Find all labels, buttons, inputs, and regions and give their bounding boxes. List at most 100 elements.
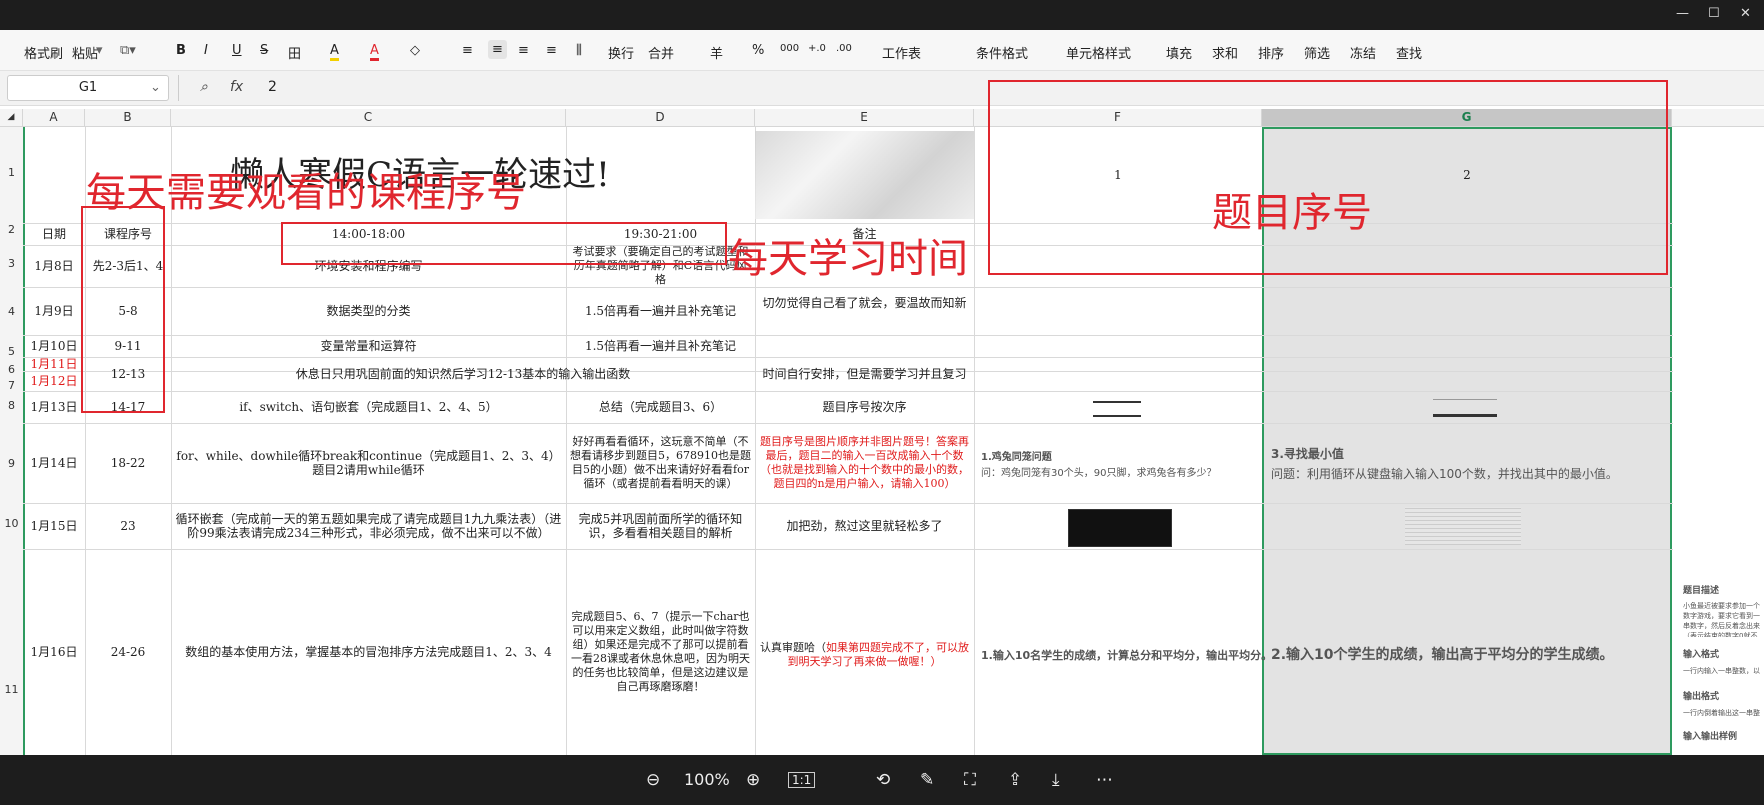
zoom-icon[interactable]: ⌕ [200,79,208,95]
formula-input[interactable]: 2 [268,79,277,95]
column-header[interactable]: B [85,109,171,126]
actual-size-button[interactable]: 1:1 [788,772,816,788]
maximize-icon[interactable]: ☐ [1708,6,1720,21]
header-date[interactable]: 日期 [23,223,85,245]
format-painter-button[interactable]: 格式刷 [24,43,63,62]
close-icon[interactable]: ✕ [1740,6,1751,21]
cell-course[interactable]: 24-26 [85,549,171,755]
cell-afternoon[interactable]: 数组的基本使用方法，掌握基本的冒泡排序方法完成题目1、2、3、4 [171,549,566,755]
worksheet-button[interactable]: 工作表 [882,43,921,62]
minimize-icon[interactable]: — [1676,6,1689,21]
italic-button[interactable]: I [204,43,208,58]
row-header[interactable]: 6 [0,363,23,376]
wrap-text-button[interactable]: 换行 [608,43,634,62]
distribute-icon[interactable]: ⫼ [576,43,582,58]
cell-afternoon[interactable]: 变量常量和运算符 [171,335,566,357]
cell-notes[interactable]: 认真审题哈（如果第四题完成不了，可以放到明天学习了再来做一做喔！） [755,549,974,755]
ocr-icon[interactable]: ⛶ [964,770,976,790]
zoom-out-icon[interactable]: ⊖ [646,770,660,790]
row-header[interactable]: 9 [0,457,23,470]
cell-notes[interactable]: 题目序号按次序 [755,391,974,423]
freeze-button[interactable]: 冻结 [1350,43,1376,62]
row-header[interactable]: 11 [0,683,23,696]
justify-icon[interactable]: ≡ [546,43,557,58]
cell-course[interactable]: 23 [85,503,171,549]
row-header[interactable]: 4 [0,305,23,318]
cell-date[interactable]: 1月8日 [23,245,85,287]
row-header[interactable]: 2 [0,223,23,236]
align-center-icon[interactable]: ≡ [488,40,507,59]
row-header[interactable]: 7 [0,379,23,392]
cell-date[interactable]: 1月16日 [23,549,85,755]
strikethrough-button[interactable]: S [260,43,268,58]
cell-date[interactable]: 1月13日 [23,391,85,423]
cell-notes[interactable]: 题目序号是图片顺序并非图片题号！答案再最后，题目二的输入一百改成输入十个数（也就… [755,423,974,503]
row-header[interactable]: 10 [0,517,23,530]
cell-date[interactable]: 1月12日 [23,371,85,391]
sort-button[interactable]: 排序 [1258,43,1284,62]
fill-color-button[interactable]: A [330,43,339,61]
fx-icon[interactable]: fx [230,79,243,95]
find-button[interactable]: 查找 [1396,43,1422,62]
cell-notes[interactable]: 切勿觉得自己看了就会，要温故而知新 [755,287,974,319]
border-button[interactable]: 田 [288,43,301,62]
cell-evening[interactable]: 完成5并巩固前面所学的循环知识，多看看相关题目的解析 [566,503,755,549]
column-header[interactable]: A [23,109,85,126]
conditional-format-button[interactable]: 条件格式 [976,43,1028,62]
zoom-in-icon[interactable]: ⊕ [746,770,760,790]
cell-notes[interactable]: 加把劲，熬过这里就轻松多了 [755,503,974,549]
align-right-icon[interactable]: ≡ [518,43,529,58]
column-header[interactable]: E [755,109,974,126]
cell-afternoon[interactable]: for、while、dowhile循环break和continue（完成题目1、… [171,423,566,503]
merge-button[interactable]: 合并 [648,43,674,62]
column-header[interactable]: D [566,109,755,126]
decimal-decrease-icon[interactable]: .00 [836,43,852,54]
percent-button[interactable]: % [752,43,764,58]
share-icon[interactable]: ⇪ [1008,770,1022,790]
cell-date[interactable]: 1月11日 [23,357,85,371]
cell-evening[interactable]: 好好再看看循环，这玩意不简单（不想看请移步到题目5，678910也是题目5的小题… [566,423,755,503]
row-header[interactable]: 8 [0,399,23,412]
align-left-icon[interactable]: ≡ [462,43,473,58]
column-header[interactable]: C [171,109,566,126]
decimal-increase-icon[interactable]: +.0 [808,43,826,54]
cell-course[interactable]: 18-22 [85,423,171,503]
row-header[interactable]: 3 [0,257,23,270]
cell-date[interactable]: 1月10日 [23,335,85,357]
cell-date[interactable]: 1月15日 [23,503,85,549]
cell-evening[interactable]: 完成题目5、6、7（提示一下char也可以用来定义数组，此时叫做字符数组）如果还… [566,549,755,755]
download-icon[interactable]: ⤓ [1052,770,1060,790]
underline-button[interactable]: U [232,43,242,58]
name-box[interactable]: G1 [7,75,169,101]
select-all-corner[interactable]: ◢ [0,109,23,126]
cell-evening[interactable]: 1.5倍再看一遍并且补充笔记 [566,287,755,335]
cell-date[interactable]: 1月9日 [23,287,85,335]
zoom-level: 100% [684,770,730,789]
cell-date[interactable]: 1月14日 [23,423,85,503]
clear-button[interactable]: ◇ [410,43,420,58]
cell-afternoon[interactable]: 数据类型的分类 [171,287,566,335]
thousands-icon[interactable]: 000 [780,43,799,54]
row-header[interactable]: 1 [0,166,23,179]
cell-afternoon[interactable]: 循环嵌套（完成前一天的第五题如果完成了请完成题目1九九乘法表）（进阶99乘法表请… [171,503,566,549]
fill-button[interactable]: 填充 [1166,43,1192,62]
font-color-button[interactable]: A [370,43,379,61]
row-header[interactable]: 5 [0,345,23,358]
paste-button[interactable]: 粘贴 [72,43,98,62]
bold-button[interactable]: B [176,43,186,58]
cell-style-button[interactable]: 单元格样式 [1066,43,1131,62]
cell-evening[interactable]: 总结（完成题目3、6） [566,391,755,423]
cell-afternoon[interactable]: if、switch、语句嵌套（完成题目1、2、4、5） [171,391,566,423]
copy-icon[interactable]: ⧉▾ [120,43,136,58]
title-bar: — ☐ ✕ [0,0,1764,30]
edit-icon[interactable]: ✎ [920,770,934,790]
rotate-icon[interactable]: ⟲ [876,770,890,790]
cell-evening[interactable]: 1.5倍再看一遍并且补充笔记 [566,335,755,357]
cell-notes[interactable]: 时间自行安排，但是需要学习并且复习 [755,357,974,391]
more-icon[interactable]: ⋯ [1096,770,1113,790]
filter-button[interactable]: 筛选 [1304,43,1330,62]
sum-button[interactable]: 求和 [1212,43,1238,62]
cell-rest-day[interactable]: 休息日只用巩固前面的知识然后学习12-13基本的输入输出函数 [171,357,755,391]
chevron-down-icon[interactable]: ⌄ [150,80,161,95]
currency-button[interactable]: 羊 [710,43,723,62]
